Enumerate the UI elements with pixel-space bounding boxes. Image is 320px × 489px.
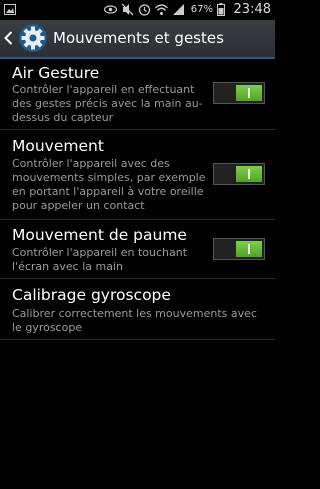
status-bar: 67% 23:48 xyxy=(0,0,275,20)
status-time: 23:48 xyxy=(233,2,271,17)
toggle-on-knob xyxy=(236,241,262,257)
mouvement-toggle[interactable] xyxy=(213,163,265,185)
eye-icon xyxy=(103,5,117,14)
back-chevron-icon[interactable] xyxy=(4,31,13,45)
setting-mouvement-de-paume[interactable]: Mouvement de paume Contrôler l'appareil … xyxy=(0,220,275,279)
setting-summary: Calibrer correctement les mouvements ave… xyxy=(12,307,257,334)
setting-calibrage-gyroscope[interactable]: Calibrage gyroscope Calibrer correctemen… xyxy=(0,279,275,340)
mute-icon xyxy=(121,3,134,16)
action-bar: Mouvements et gestes xyxy=(0,20,275,57)
page-title: Mouvements et gestes xyxy=(53,29,224,47)
setting-mouvement[interactable]: Mouvement Contrôler l'appareil avec des … xyxy=(0,130,275,220)
setting-summary: Contrôler l'appareil avec des mouvements… xyxy=(12,157,206,212)
setting-summary: Contrôler l'appareil en effectuant des g… xyxy=(12,83,203,124)
signal-icon xyxy=(172,4,184,15)
wifi-icon xyxy=(154,4,168,15)
setting-summary: Contrôler l'appareil en touchant l'écran… xyxy=(12,246,188,273)
battery-icon xyxy=(217,3,225,16)
setting-title: Calibrage gyroscope xyxy=(12,286,171,304)
settings-gear-icon[interactable] xyxy=(18,23,48,53)
air-gesture-toggle[interactable] xyxy=(213,82,265,104)
setting-title: Mouvement xyxy=(12,137,104,155)
setting-title: Air Gesture xyxy=(12,64,100,82)
settings-list: Air Gesture Contrôler l'appareil en effe… xyxy=(0,59,275,340)
toggle-on-knob xyxy=(236,166,262,182)
gallery-icon xyxy=(4,4,16,15)
battery-percent: 67% xyxy=(190,4,213,15)
mouvement-de-paume-toggle[interactable] xyxy=(213,238,265,260)
alarm-icon xyxy=(138,4,150,16)
setting-air-gesture[interactable]: Air Gesture Contrôler l'appareil en effe… xyxy=(0,59,275,130)
toggle-on-knob xyxy=(236,85,262,101)
setting-title: Mouvement de paume xyxy=(12,226,187,244)
